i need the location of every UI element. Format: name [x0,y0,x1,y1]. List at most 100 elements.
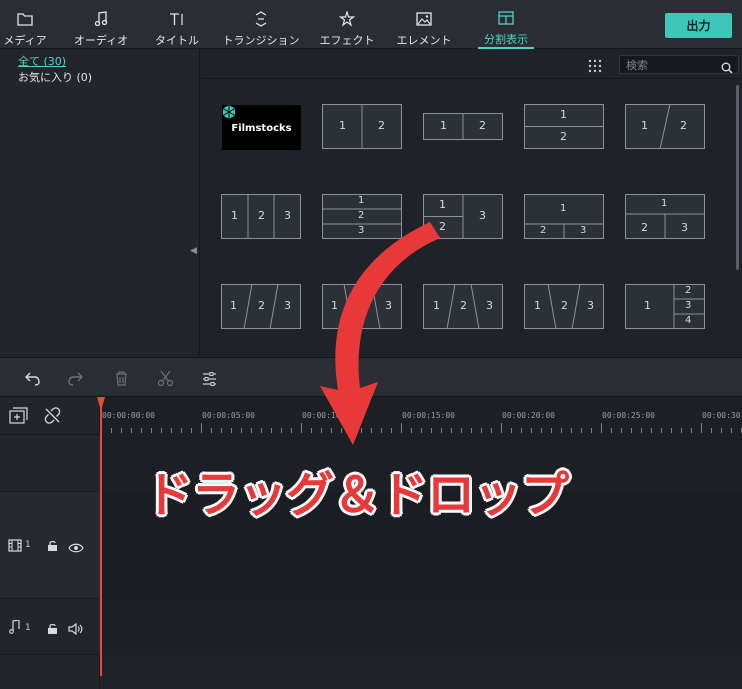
audio-track-number: 1 [25,623,31,633]
split-thumb-three-vertical[interactable]: 1 2 3 [221,194,301,239]
split-label: 1 [231,209,238,222]
playhead-handle[interactable] [97,397,105,411]
video-track-header: 1 [0,492,100,599]
timecode-label: 00:00:20:00 [502,411,555,420]
split-label: 3 [681,221,688,234]
film-icon [8,537,22,556]
library-scrollbar[interactable] [736,85,739,270]
split-label: 2 [560,130,567,143]
split-label: 2 [358,210,365,221]
search-icon[interactable] [721,59,733,74]
cut-icon[interactable] [157,370,174,387]
filmstocks-logo-icon [222,105,236,119]
tab-title-label: タイトル [155,34,199,47]
add-track-icon[interactable] [9,407,28,428]
timecode-label: 00:00:25:00 [602,411,655,420]
tab-media[interactable]: メディア [3,0,47,49]
empty-track-header [0,435,100,492]
split-label: 1 [439,198,446,211]
split-thumb-top-bottom-split[interactable]: 1 2 3 [524,194,604,239]
delete-icon[interactable] [113,370,130,387]
split-thumb-three-horizontal[interactable]: 1 2 3 [322,194,402,239]
unlink-icon[interactable] [44,407,61,428]
category-all[interactable]: 全て (30) [18,53,66,69]
split-label: 1 [339,119,346,132]
split-label: 3 [587,299,594,312]
timecode-label: 00:00:05:00 [202,411,255,420]
tab-element-label: エレメント [396,34,452,47]
folder-icon [17,10,33,27]
split-label: 2 [460,299,467,312]
split-screen-icon [498,10,514,26]
tab-split-screen-label: 分割表示 [484,33,528,46]
split-label: 3 [385,299,392,312]
split-thumb-two-horizontal[interactable]: 1 2 [524,104,604,149]
search-input[interactable] [626,57,720,73]
split-label: 1 [358,195,365,206]
export-button[interactable]: 出力 [665,13,732,38]
playhead-line[interactable] [100,404,102,676]
timecode-label: 00:00:15:00 [402,411,455,420]
grid-view-icon[interactable] [588,58,602,73]
split-thumb-two-diagonal[interactable]: 1 2 [625,103,705,150]
timeline-toolbar [0,357,742,397]
split-thumb-three-diagonal-a[interactable]: 1 2 3 [221,283,301,330]
split-label: 2 [258,209,265,222]
timecode-label: 00:00:00:00 [102,411,155,420]
split-label: 2 [439,220,446,233]
drag-and-drop-annotation: ドラッグ＆ドロップ [145,467,569,523]
split-label: 2 [641,221,648,234]
category-sidebar: 全て (30) お気に入り (0) ◀ [0,50,200,355]
split-label: 1 [644,299,651,312]
editor-window: メディア オーディオ タイトル トランジション エフェクト エレメント 分割表示… [0,0,742,689]
split-label: 3 [685,300,692,311]
split-thumb-top-bottom-split-2[interactable]: 1 2 3 [625,194,705,239]
split-thumb-two-vertical[interactable]: 1 2 [322,104,402,149]
category-favorites[interactable]: お気に入り (0) [18,69,92,85]
tab-audio[interactable]: オーディオ [74,0,128,49]
split-thumb-left-three-right[interactable]: 1 2 3 4 [625,284,705,329]
redo-icon[interactable] [67,370,84,387]
filmstocks-thumbnail[interactable]: Filmstocks [222,105,301,150]
split-label: 3 [284,299,291,312]
image-element-icon [416,10,432,27]
split-label: 2 [359,299,366,312]
tab-effect[interactable]: エフェクト [320,0,375,49]
top-toolbar: メディア オーディオ タイトル トランジション エフェクト エレメント 分割表示… [0,0,742,49]
search-box [619,55,739,74]
track-spacer [100,655,742,689]
tab-split-screen[interactable]: 分割表示 [478,0,534,49]
split-label: 3 [580,225,587,236]
audio-track[interactable] [100,599,742,655]
title-text-icon [169,10,185,27]
effect-icon [339,10,355,27]
split-label: 3 [479,209,486,222]
tab-title[interactable]: タイトル [155,0,199,49]
split-thumb-three-diagonal-b[interactable]: 1 2 3 [322,283,402,330]
tab-media-label: メディア [3,34,47,47]
lock-icon[interactable] [47,620,58,639]
speaker-icon[interactable] [68,620,84,639]
tab-transition[interactable]: トランジション [223,0,300,49]
split-thumb-three-diagonal-d[interactable]: 1 2 3 [524,283,604,330]
undo-icon[interactable] [24,370,41,387]
tab-element[interactable]: エレメント [397,0,452,49]
timecode-label: 00:00:30:00 [702,411,742,420]
split-thumb-two-vertical-small[interactable]: 1 2 [423,113,503,140]
transition-icon [253,10,269,27]
collapse-sidebar-icon[interactable]: ◀ [190,246,197,256]
split-thumb-left-split-right[interactable]: 1 2 3 [423,194,503,239]
split-label: 1 [230,299,237,312]
music-note-icon [9,619,20,638]
timecode-label: 00:00:10:00 [302,411,355,420]
split-label: 2 [378,119,385,132]
adjust-icon[interactable] [201,370,218,387]
split-thumb-three-diagonal-c[interactable]: 1 2 3 [423,283,503,330]
split-label: 1 [560,203,567,214]
eye-icon[interactable] [68,538,84,557]
split-label: 3 [284,209,291,222]
timeline-ruler[interactable]: 00:00:00:00 00:00:05:00 00:00:10:00 00:0… [100,397,742,435]
track-header-toolbar [0,397,100,435]
tab-transition-label: トランジション [222,34,300,47]
lock-icon[interactable] [47,537,58,556]
